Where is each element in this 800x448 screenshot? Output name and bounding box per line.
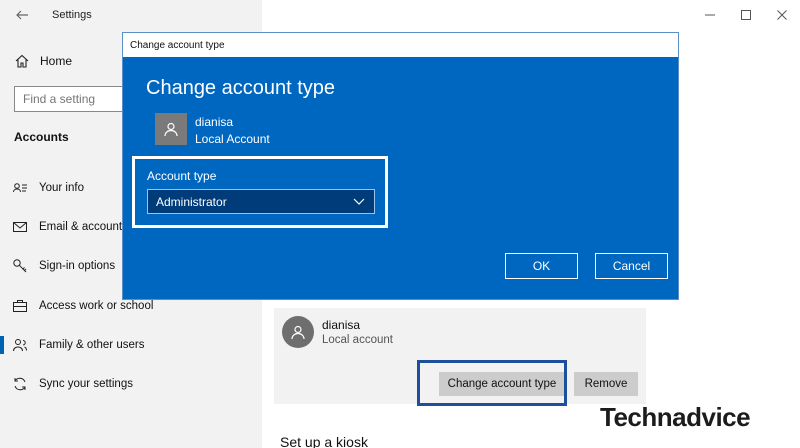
dialog-heading: Change account type [146, 77, 336, 99]
sidebar-item-label: Sync your settings [39, 378, 133, 391]
home-label: Home [40, 54, 73, 68]
app-title: Settings [52, 9, 92, 21]
sidebar-item-sync-settings[interactable]: Sync your settings [0, 364, 262, 403]
dialog-user-name: dianisa [195, 115, 234, 129]
dialog-avatar [155, 113, 187, 145]
minimize-icon[interactable] [692, 0, 728, 30]
account-type-label: Account type [147, 169, 217, 183]
home-nav-item[interactable]: Home [14, 52, 72, 70]
sidebar-item-label: Sign-in options [39, 260, 116, 273]
remove-button[interactable]: Remove [574, 372, 638, 396]
dialog-titlebar: Change account type [123, 33, 678, 57]
maximize-icon[interactable] [728, 0, 764, 30]
chevron-down-icon [352, 194, 366, 208]
person-card-icon [12, 180, 28, 196]
people-icon [12, 337, 28, 353]
sidebar-item-label: Your info [39, 181, 84, 194]
person-icon [291, 325, 305, 340]
section-title: Accounts [14, 130, 69, 144]
sidebar-item-label: Access work or school [39, 299, 154, 312]
cancel-button[interactable]: Cancel [595, 253, 668, 279]
sidebar-item-label: Email & accounts [39, 220, 128, 233]
briefcase-icon [12, 298, 28, 314]
back-arrow-icon[interactable] [12, 5, 32, 25]
email-icon [12, 219, 28, 235]
sidebar-item-family-other-users[interactable]: Family & other users [0, 325, 262, 364]
account-type-value: Administrator [156, 194, 227, 209]
avatar [282, 316, 314, 348]
key-icon [12, 258, 28, 274]
sync-icon [12, 376, 28, 392]
kiosk-heading: Set up a kiosk [280, 434, 368, 448]
home-icon [14, 53, 30, 69]
user-name: dianisa [322, 318, 361, 332]
watermark-logo: Technadvice [600, 402, 751, 432]
change-button-highlight [417, 360, 567, 406]
account-type-dropdown[interactable]: Administrator [147, 189, 375, 214]
change-account-type-dialog: Change account type Change account type … [122, 32, 679, 300]
person-icon [164, 122, 178, 137]
close-icon[interactable] [764, 0, 800, 30]
ok-button[interactable]: OK [505, 253, 578, 279]
window-controls [692, 0, 800, 30]
sidebar-item-label: Family & other users [39, 338, 145, 351]
user-account-type: Local account [322, 334, 393, 346]
dialog-user-type: Local Account [195, 132, 270, 146]
titlebar: Settings [0, 0, 262, 30]
